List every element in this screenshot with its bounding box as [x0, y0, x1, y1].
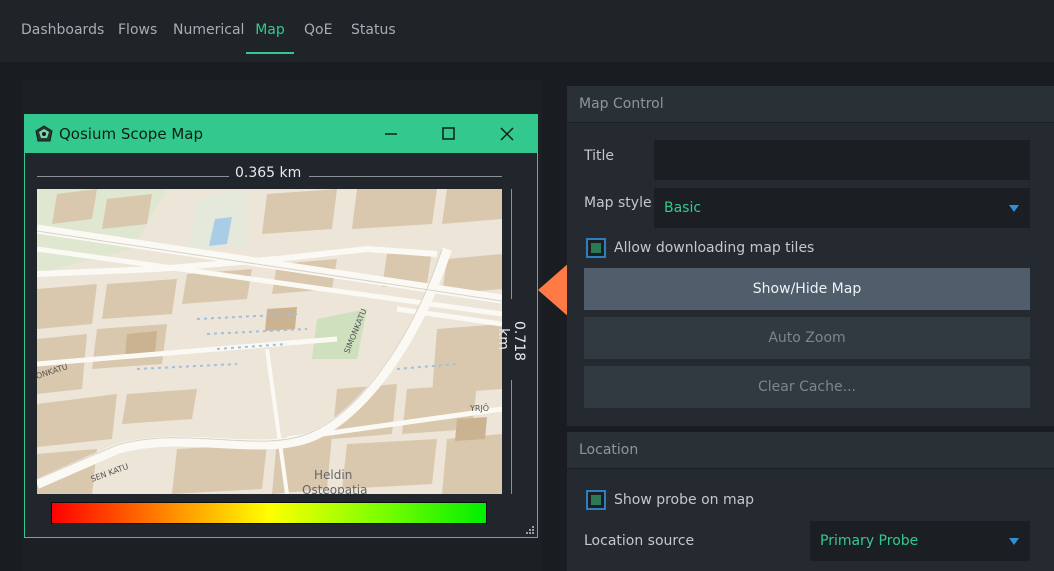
scale-line-right	[309, 176, 502, 177]
auto-zoom-button[interactable]: Auto Zoom	[584, 317, 1030, 359]
map-view[interactable]: SEN KATU YRJÖ ONKATU SIMONKATU Heldin Os…	[37, 189, 502, 494]
close-button[interactable]	[487, 120, 527, 148]
minimize-icon	[385, 133, 397, 135]
poi-label: Heldin	[314, 468, 352, 482]
minimize-button[interactable]	[371, 120, 411, 148]
location-title: Location	[579, 442, 639, 458]
show-hide-map-button[interactable]: Show/Hide Map	[584, 268, 1030, 310]
street-label: YRJÖ	[469, 403, 489, 413]
vertical-scale-line-top	[511, 189, 512, 299]
tab-numerical[interactable]: Numerical	[173, 22, 244, 52]
resize-grip-icon[interactable]	[526, 526, 534, 534]
map-control-header: Map Control	[567, 86, 1054, 123]
location-source-label: Location source	[584, 533, 695, 549]
map-tiles: SEN KATU YRJÖ ONKATU SIMONKATU Heldin Os…	[37, 189, 502, 494]
location-panel: Location Show probe on map Location sour…	[567, 432, 1054, 571]
vertical-scale-label: 0.718 km	[495, 321, 527, 362]
location-source-dropdown[interactable]: Primary Probe	[810, 521, 1030, 561]
map-control-panel: Map Control Title Map style Basic Allow …	[567, 86, 1054, 426]
tab-dashboards[interactable]: Dashboards	[21, 22, 104, 52]
maximize-icon	[442, 127, 455, 140]
chevron-down-icon	[1009, 205, 1019, 212]
location-source-value: Primary Probe	[820, 533, 919, 549]
map-window-titlebar[interactable]: Qosium Scope Map	[25, 115, 537, 153]
map-window-title: Qosium Scope Map	[59, 125, 203, 143]
horizontal-scale-label: 0.365 km	[235, 165, 302, 181]
map-style-label: Map style	[584, 195, 652, 211]
allow-download-checkbox[interactable]	[586, 238, 606, 258]
vertical-scale-line-bottom	[511, 380, 512, 494]
maximize-button[interactable]	[429, 120, 469, 148]
close-icon	[500, 127, 514, 141]
chevron-down-icon	[1009, 538, 1019, 545]
clear-cache-button[interactable]: Clear Cache...	[584, 366, 1030, 408]
qosium-logo-icon	[35, 125, 53, 142]
title-input[interactable]	[654, 140, 1030, 180]
poi-label: Osteopatia	[302, 483, 368, 494]
allow-download-label: Allow downloading map tiles	[614, 240, 815, 256]
location-header: Location	[567, 432, 1054, 469]
map-style-dropdown[interactable]: Basic	[654, 188, 1030, 228]
show-probe-checkbox[interactable]	[586, 490, 606, 510]
tab-qoe[interactable]: QoE	[304, 22, 332, 52]
map-control-title: Map Control	[579, 96, 664, 112]
title-label: Title	[584, 148, 615, 164]
map-window[interactable]: Qosium Scope Map 0.365 km SEN KATU YRJÖ …	[24, 114, 538, 538]
color-gradient-legend	[51, 502, 487, 524]
scale-line-left	[37, 176, 229, 177]
map-style-value: Basic	[664, 200, 702, 216]
show-probe-label: Show probe on map	[614, 492, 755, 508]
top-navigation: Dashboards Flows Numerical Map QoE Statu…	[0, 0, 1054, 62]
tab-status[interactable]: Status	[351, 22, 396, 52]
tab-flows[interactable]: Flows	[118, 22, 157, 52]
tab-map[interactable]: Map	[246, 22, 294, 54]
